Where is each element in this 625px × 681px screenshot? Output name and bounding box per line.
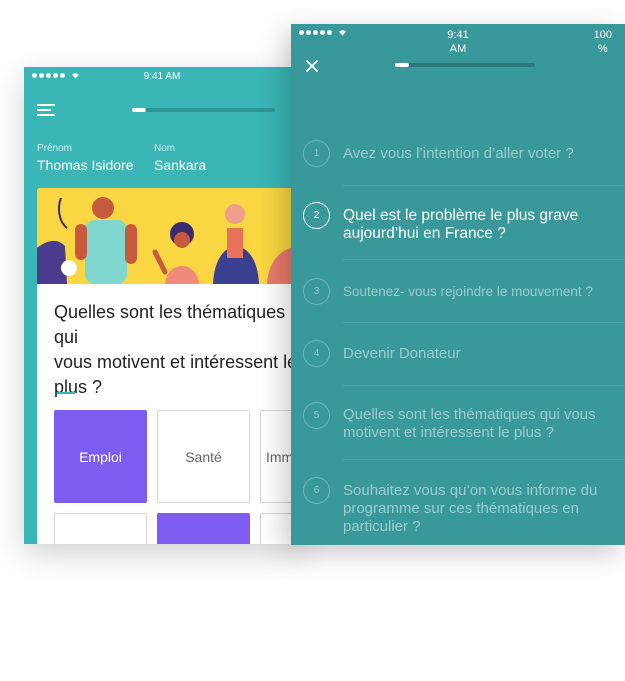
option-emploi[interactable]: Emploi [54,410,147,503]
step-number: 4 [303,340,330,367]
step-text: Quelles sont les thématiques qui vous mo… [343,406,596,441]
first-name-field: Prénom Thomas Isidore [37,143,133,173]
battery-unit: % [597,43,608,55]
survey-progress-bar [395,63,535,67]
step-number: 1 [303,140,330,167]
survey-progress-bar [132,108,275,112]
status-bar: 9:41 AM [24,67,300,87]
divider [343,322,625,323]
front-phone-screen: 9:41 AM 100 % 1 Avez vous l’intention d’… [291,24,625,545]
step-text: Souhaitez vous qu’on vous informe du pro… [343,482,598,535]
step-number: 3 [303,278,330,305]
last-name-field: Nom Sankara [154,143,206,173]
hamburger-menu-icon[interactable] [37,104,55,116]
option-tile[interactable] [54,513,147,544]
step-number: 5 [303,402,330,429]
divider [343,259,625,260]
status-time-value: 9:41 [447,29,469,41]
question-card: Quelles sont les thématiques qui vous mo… [37,188,300,544]
back-phone-screen: 9:41 AM Prénom Thomas Isidore Nom Sankar… [24,67,300,544]
option-tile[interactable] [157,513,250,544]
divider [343,185,625,186]
status-time-period: AM [449,43,467,55]
status-time: 9:41 AM [143,71,181,82]
divider [343,385,625,386]
step-number: 6 [303,477,330,504]
close-icon[interactable] [305,59,319,73]
status-bar: 9:41 AM 100 % [291,24,625,58]
question-title: Quelles sont les thématiques qui vous mo… [54,302,297,397]
divider [343,459,625,460]
battery-indicator: 100 % [594,28,612,56]
battery-value: 100 [593,29,612,41]
last-name-value: Sankara [154,157,207,173]
step-text: Quel est le problème le plus grave aujou… [343,207,579,242]
step-text: Devenir Donateur [343,345,461,362]
people-illustration [37,188,300,284]
option-sante[interactable]: Santé [157,410,250,503]
accent-divider [57,392,75,394]
step-text: Avez vous l’intention d’aller voter ? [343,145,574,162]
step-number: 2 [303,202,330,229]
last-name-label: Nom [154,143,176,154]
first-name-value: Thomas Isidore [37,157,134,173]
first-name-label: Prénom [37,143,73,154]
step-text: Soutenez- vous rejoindre le mouvement ? [343,284,593,299]
status-time: 9:41 AM [291,28,625,56]
